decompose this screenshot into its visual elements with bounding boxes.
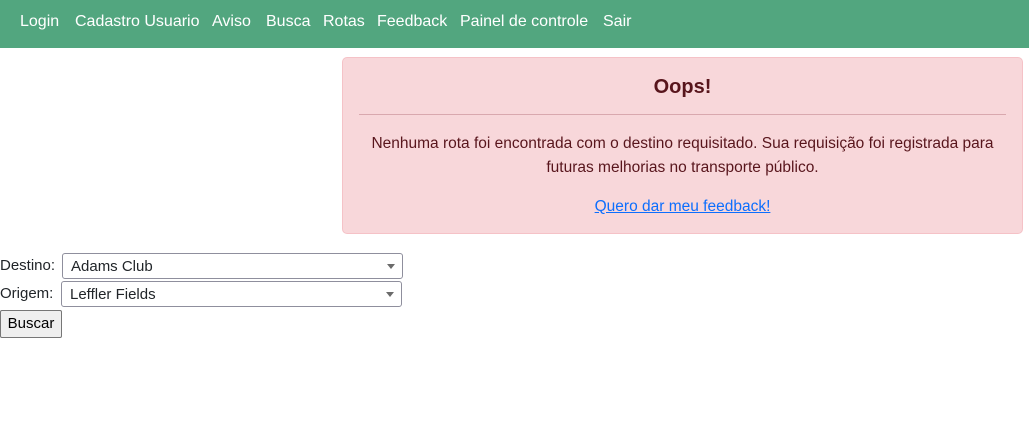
- chevron-down-icon: [386, 292, 394, 297]
- nav-painel-de-controle-link[interactable]: Painel de controle: [460, 12, 588, 32]
- destino-label: Destino:: [0, 257, 56, 274]
- buscar-button[interactable]: Buscar: [0, 310, 62, 338]
- nav-feedback-link[interactable]: Feedback: [377, 12, 447, 32]
- nav-busca-link[interactable]: Busca: [266, 12, 310, 32]
- alert-divider: [359, 114, 1006, 115]
- nav-login-link[interactable]: Login: [20, 12, 59, 32]
- origem-selected-value: Leffler Fields: [70, 286, 156, 303]
- nav-rotas-link[interactable]: Rotas: [323, 12, 365, 32]
- destino-selected-value: Adams Club: [71, 258, 153, 275]
- alert-link-container: Quero dar meu feedback!: [343, 197, 1022, 217]
- error-alert: Oops! Nenhuma rota foi encontrada com o …: [342, 57, 1023, 234]
- origem-label: Origem:: [0, 285, 54, 302]
- nav-aviso-link[interactable]: Aviso: [212, 12, 251, 32]
- destino-select[interactable]: Adams Club: [62, 253, 403, 279]
- alert-title: Oops!: [653, 76, 712, 98]
- alert-message: Nenhuma rota foi encontrada com o destin…: [371, 135, 994, 176]
- feedback-link[interactable]: Quero dar meu feedback!: [595, 198, 771, 215]
- nav-sair-link[interactable]: Sair: [603, 12, 631, 32]
- origem-select[interactable]: Leffler Fields: [61, 281, 402, 307]
- nav-cadastro-usuario-link[interactable]: Cadastro Usuario: [75, 12, 200, 32]
- chevron-down-icon: [387, 264, 395, 269]
- top-navbar: Login Cadastro Usuario Aviso Busca Rotas…: [0, 0, 1029, 48]
